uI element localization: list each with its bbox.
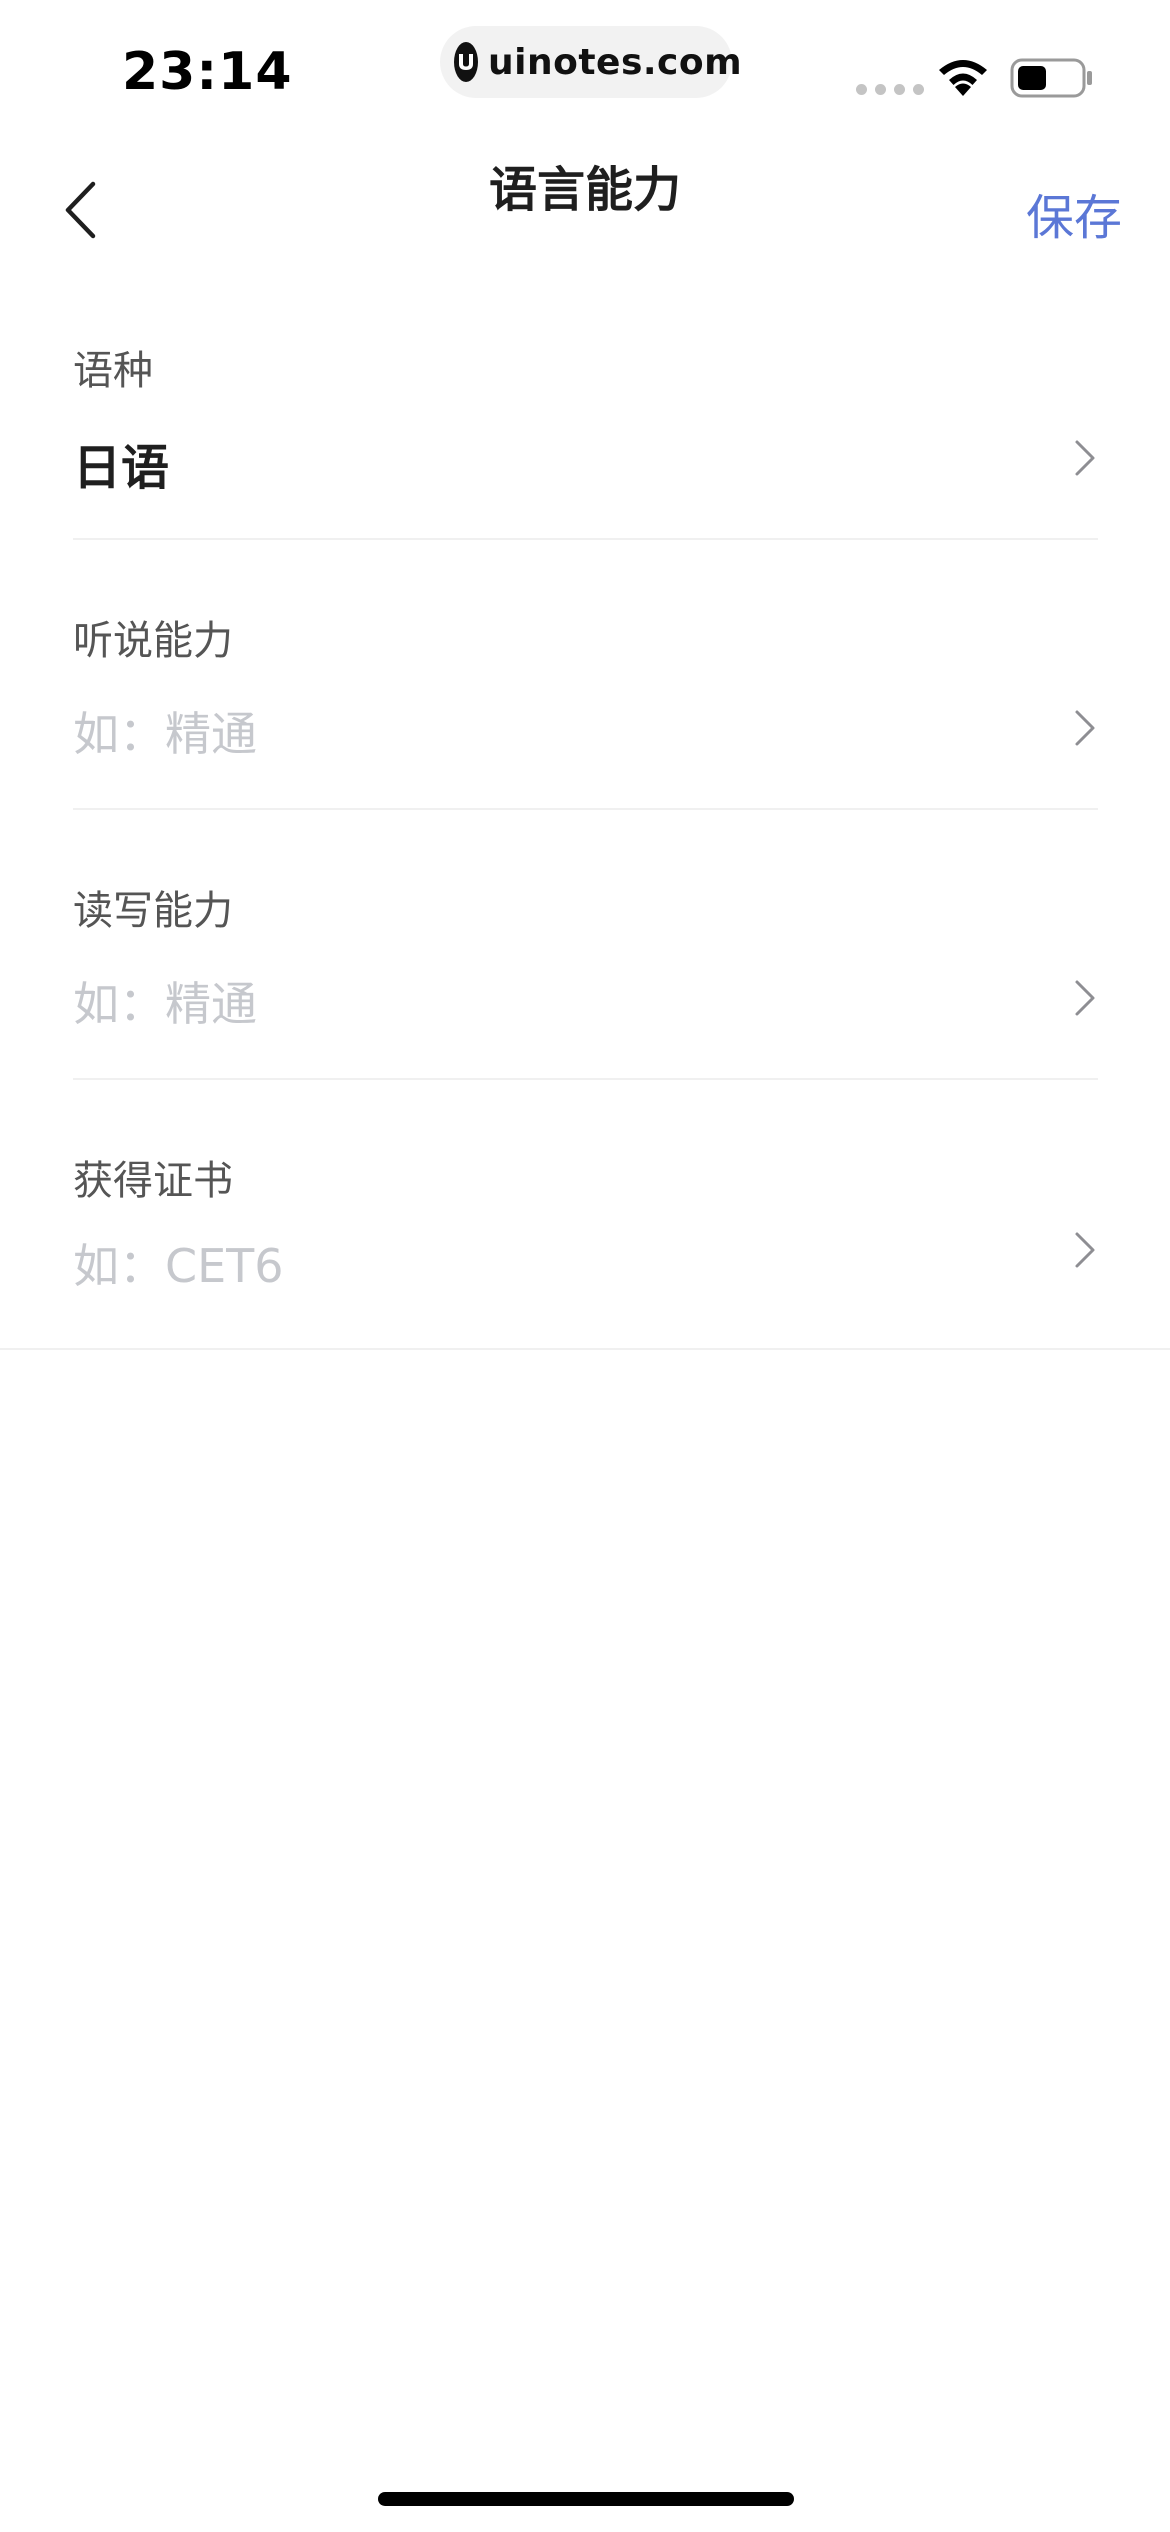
page-title: 语言能力: [488, 162, 681, 218]
row-placeholder: 如：精通: [73, 707, 257, 761]
save-button[interactable]: 保存: [1026, 178, 1122, 248]
form-row-listening-speaking[interactable]: 听说能力 如：精通: [0, 540, 1170, 810]
row-value: 日语: [73, 440, 170, 496]
signal-icon: [856, 84, 924, 95]
row-label: 听说能力: [73, 618, 233, 664]
chevron-right-icon: [1075, 1232, 1095, 1268]
status-bar: 23:14 uinotes.com: [0, 0, 1170, 140]
row-placeholder: 如：精通: [73, 977, 257, 1031]
form-row-reading-writing[interactable]: 读写能力 如：精通: [0, 810, 1170, 1080]
chevron-right-icon: [1075, 980, 1095, 1016]
form-row-certificate[interactable]: 获得证书 如：CET6: [0, 1080, 1170, 1350]
status-time: 23:14: [122, 42, 293, 102]
row-placeholder: 如：CET6: [73, 1239, 284, 1293]
row-label: 获得证书: [73, 1158, 233, 1204]
language-form: 语种 日语 听说能力 如：精通 读写能力 如：精通 获得证书 如：CET6: [0, 270, 1170, 1350]
home-indicator[interactable]: [378, 2492, 794, 2506]
chevron-right-icon: [1075, 710, 1095, 746]
row-label: 读写能力: [73, 888, 233, 934]
divider: [0, 1348, 1170, 1350]
chevron-right-icon: [1075, 440, 1095, 476]
nav-bar: 语言能力 保存: [0, 140, 1170, 270]
battery-icon: [1010, 58, 1092, 98]
uinotes-logo-icon: [454, 42, 478, 82]
url-pill[interactable]: uinotes.com: [440, 26, 742, 98]
row-label: 语种: [73, 348, 153, 394]
form-row-language[interactable]: 语种 日语: [0, 270, 1170, 540]
url-text: uinotes.com: [488, 41, 743, 83]
wifi-icon: [939, 60, 987, 96]
